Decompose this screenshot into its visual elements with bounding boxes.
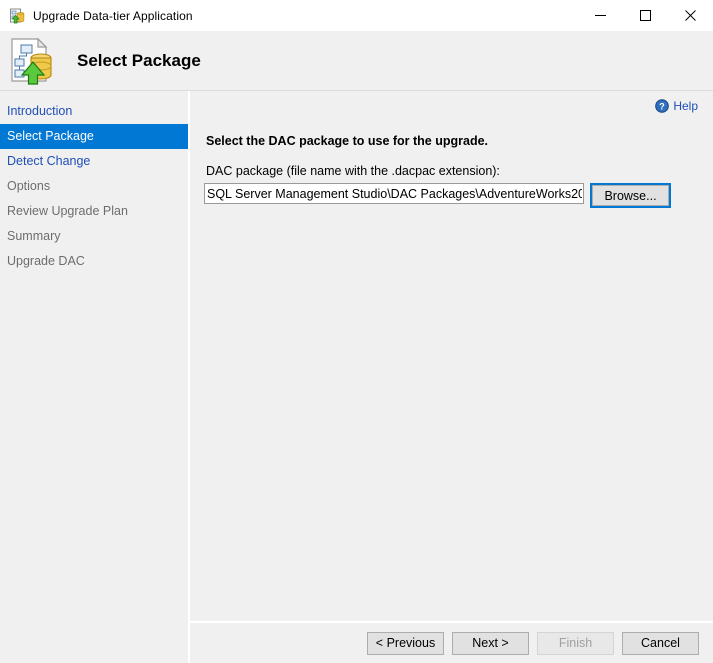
dac-upgrade-icon: [9, 8, 25, 24]
finish-button: Finish: [537, 632, 614, 655]
help-label: Help: [673, 99, 698, 113]
page-title: Select Package: [77, 51, 201, 71]
dac-package-upgrade-icon: [9, 37, 55, 85]
next-button[interactable]: Next >: [452, 632, 529, 655]
sidebar-item-review-upgrade-plan: Review Upgrade Plan: [0, 199, 188, 224]
wizard-footer: < Previous Next > Finish Cancel: [190, 621, 713, 663]
sidebar-item-detect-change[interactable]: Detect Change: [0, 149, 188, 174]
sidebar-item-upgrade-dac: Upgrade DAC: [0, 249, 188, 274]
dacpac-path-input[interactable]: [204, 183, 584, 204]
sidebar-item-options: Options: [0, 174, 188, 199]
dacpac-field-row: Browse...: [204, 183, 671, 208]
maximize-icon[interactable]: [623, 0, 668, 31]
page-header: Select Package: [0, 31, 713, 91]
minimize-icon[interactable]: [578, 0, 623, 31]
wizard-body: Introduction Select Package Detect Chang…: [0, 91, 713, 663]
window-controls: [578, 0, 713, 31]
window-title: Upgrade Data-tier Application: [33, 9, 193, 23]
wizard-steps-sidebar: Introduction Select Package Detect Chang…: [0, 91, 190, 663]
help-link[interactable]: ? Help: [655, 99, 698, 113]
svg-text:?: ?: [660, 101, 666, 111]
sidebar-item-select-package[interactable]: Select Package: [0, 124, 188, 149]
browse-focus-ring: Browse...: [590, 183, 671, 208]
pane-content: ? Help Select the DAC package to use for…: [190, 91, 713, 621]
browse-button[interactable]: Browse...: [592, 185, 669, 206]
previous-button[interactable]: < Previous: [367, 632, 444, 655]
dacpac-field-label: DAC package (file name with the .dacpac …: [206, 164, 500, 178]
instruction-text: Select the DAC package to use for the up…: [206, 134, 488, 148]
wizard-window: Upgrade Data-tier Application: [0, 0, 713, 663]
wizard-pane: ? Help Select the DAC package to use for…: [190, 91, 713, 663]
sidebar-item-summary: Summary: [0, 224, 188, 249]
help-circle-icon: ?: [655, 99, 669, 113]
cancel-button[interactable]: Cancel: [622, 632, 699, 655]
close-icon[interactable]: [668, 0, 713, 31]
sidebar-item-introduction[interactable]: Introduction: [0, 99, 188, 124]
title-bar: Upgrade Data-tier Application: [0, 0, 713, 31]
